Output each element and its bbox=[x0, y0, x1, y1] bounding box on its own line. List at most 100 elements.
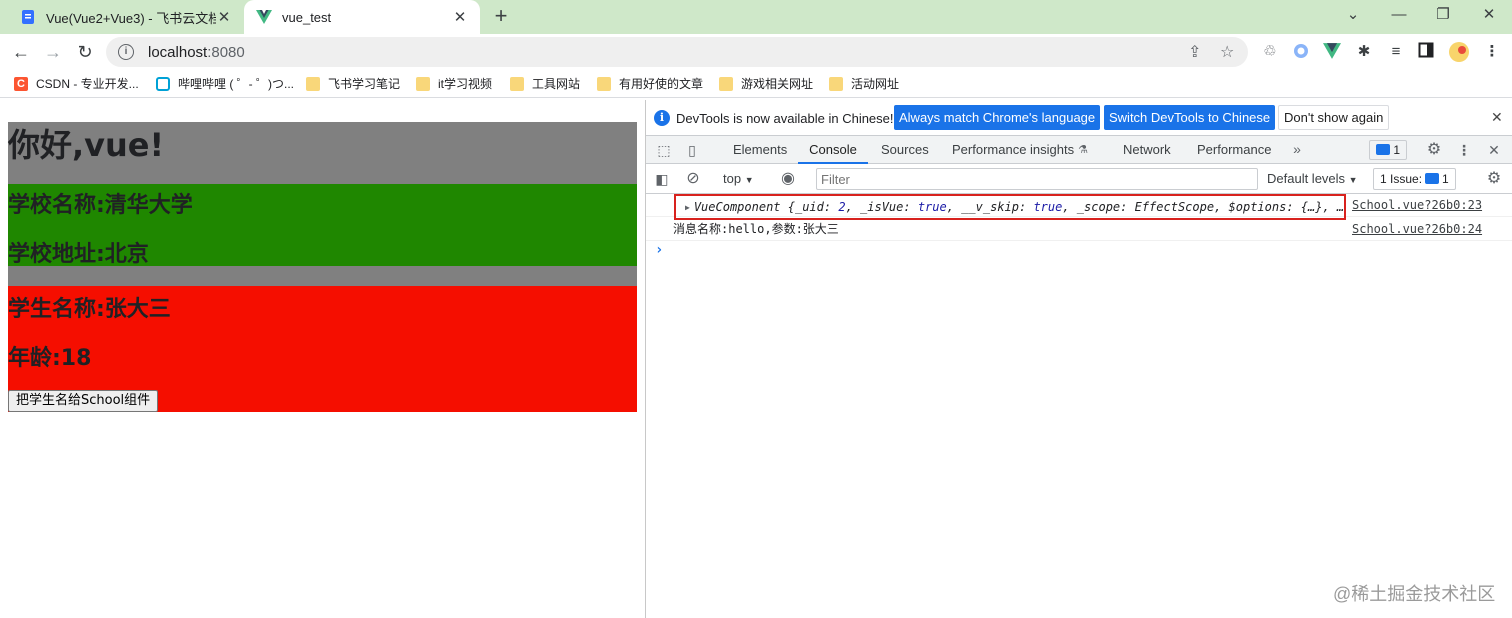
tab-sources[interactable]: Sources bbox=[881, 136, 929, 164]
info-icon: i bbox=[654, 110, 670, 126]
expand-triangle-icon[interactable]: ▶ bbox=[685, 203, 690, 212]
issues-label: 1 Issue: bbox=[1380, 172, 1423, 186]
bookmark-csdn[interactable]: C CSDN - 专业开发... bbox=[14, 75, 139, 92]
log-levels-label: Default levels bbox=[1267, 171, 1346, 186]
console-filter-input[interactable] bbox=[816, 168, 1258, 190]
messages-count: 1 bbox=[1393, 143, 1401, 157]
close-tab-icon[interactable]: ✕ bbox=[216, 8, 232, 26]
object-value: {…} bbox=[1300, 200, 1323, 214]
object-value: 2 bbox=[838, 200, 846, 214]
bookmark-label: 活动网址 bbox=[851, 77, 900, 91]
clear-console-icon[interactable]: ⊘ bbox=[684, 170, 702, 188]
close-infobar-icon[interactable]: ✕ bbox=[1491, 109, 1503, 126]
match-language-button[interactable]: Always match Chrome's language bbox=[894, 105, 1101, 130]
dropdown-arrow-icon: ▼ bbox=[744, 175, 754, 185]
profile-avatar[interactable] bbox=[1449, 42, 1469, 62]
vue-component-object[interactable]: ▶ VueComponent {_uid: 2, _isVue: true, __… bbox=[674, 194, 1346, 220]
console-output: ▶ VueComponent {_uid: 2, _isVue: true, __… bbox=[646, 194, 1512, 618]
tab-search-chevron-icon[interactable]: ⌄ bbox=[1330, 0, 1376, 30]
log-levels-dropdown[interactable]: Default levels ▼ bbox=[1267, 171, 1358, 186]
side-panel-icon[interactable] bbox=[1416, 42, 1436, 62]
devtools-tabbar: ⬚ ▯ Elements Console Sources Performance… bbox=[646, 136, 1512, 164]
issues-counter[interactable]: 1 Issue: 1 bbox=[1373, 168, 1456, 190]
bookmark-folder[interactable]: 有用好使的文章 bbox=[597, 75, 703, 92]
show-sidebar-icon[interactable]: ◧ bbox=[653, 170, 671, 188]
url-port: :8080 bbox=[207, 43, 245, 61]
dropdown-arrow-icon: ▼ bbox=[1348, 175, 1358, 185]
console-message: ▶ VueComponent {_uid: 2, _isVue: true, __… bbox=[646, 194, 1512, 220]
tab-performance-insights[interactable]: Performance insights bbox=[952, 136, 1074, 164]
vue-logo-icon bbox=[256, 10, 272, 24]
minimize-icon[interactable]: — bbox=[1376, 0, 1422, 30]
back-arrow-icon[interactable]: ← bbox=[8, 39, 34, 65]
settings-gear-icon[interactable]: ⚙ bbox=[1425, 141, 1443, 159]
recycle-extension-icon[interactable]: ♲ bbox=[1260, 42, 1280, 62]
bookmark-folder[interactable]: 飞书学习笔记 bbox=[306, 75, 400, 92]
page-viewport: 你好,vue! 学校名称:清华大学 学校地址:北京 学生名称:张大三 年龄:18… bbox=[0, 100, 645, 618]
puzzle-extensions-icon[interactable]: ✱ bbox=[1354, 42, 1374, 62]
forward-arrow-icon[interactable]: → bbox=[40, 39, 66, 65]
circle-extension-icon[interactable] bbox=[1291, 42, 1311, 62]
switch-to-chinese-button[interactable]: Switch DevTools to Chinese bbox=[1104, 105, 1276, 130]
source-link[interactable]: School.vue?26b0:23 bbox=[1352, 194, 1482, 217]
tab-console[interactable]: Console bbox=[798, 136, 868, 164]
bookmark-label: 哔哩哔哩 ( ゜- ゜)つ... bbox=[178, 77, 294, 91]
context-label: top bbox=[723, 171, 742, 186]
reload-icon[interactable]: ↻ bbox=[72, 39, 98, 65]
close-tab-icon[interactable]: ✕ bbox=[452, 8, 468, 26]
language-infobar: i DevTools is now available in Chinese! … bbox=[646, 100, 1512, 136]
object-key: , $options: bbox=[1214, 200, 1301, 214]
share-icon[interactable]: ⇪ bbox=[1188, 42, 1201, 62]
folder-icon bbox=[306, 76, 320, 91]
object-class-name: VueComponent bbox=[693, 200, 781, 214]
issues-count: 1 bbox=[1442, 172, 1449, 186]
watermark: @稀土掘金技术社区 bbox=[1333, 584, 1496, 604]
bookmark-folder[interactable]: it学习视频 bbox=[416, 75, 492, 92]
live-expression-eye-icon[interactable]: ◉ bbox=[779, 170, 797, 188]
tab-strip: Vue(Vue2+Vue3) - 飞书云文档 ✕ vue_test ✕ + ⌄ … bbox=[0, 0, 1512, 34]
vue-devtools-extension-icon[interactable] bbox=[1322, 42, 1342, 62]
student-component: 学生名称:张大三 年龄:18 把学生名给School组件 bbox=[8, 286, 637, 412]
school-component: 学校名称:清华大学 学校地址:北京 bbox=[8, 184, 637, 267]
issue-message-icon bbox=[1425, 173, 1440, 184]
tab-vue-test[interactable]: vue_test ✕ bbox=[244, 0, 480, 34]
messages-badge[interactable]: 1 bbox=[1369, 140, 1408, 160]
media-playlist-icon[interactable]: ≡ bbox=[1386, 42, 1406, 62]
bookmark-label: CSDN - 专业开发... bbox=[36, 77, 139, 91]
console-prompt-icon[interactable]: › bbox=[655, 242, 663, 258]
tab-network[interactable]: Network bbox=[1123, 136, 1171, 164]
bookmark-label: 有用好使的文章 bbox=[619, 77, 704, 91]
bookmark-label: 游戏相关网址 bbox=[741, 77, 814, 91]
context-selector[interactable]: top ▼ bbox=[723, 171, 754, 186]
bookmark-star-icon[interactable]: ☆ bbox=[1220, 42, 1234, 62]
tab-feishu-doc[interactable]: Vue(Vue2+Vue3) - 飞书云文档 ✕ bbox=[8, 0, 244, 34]
object-value: EffectScope bbox=[1134, 200, 1215, 214]
customize-menu-icon[interactable]: ⋮ bbox=[1455, 141, 1473, 159]
new-tab-button[interactable]: + bbox=[488, 4, 514, 30]
address-bar[interactable]: i localhost:8080 ⇪ ☆ bbox=[106, 37, 1248, 67]
console-settings-gear-icon[interactable]: ⚙ bbox=[1485, 170, 1503, 188]
student-age: 年龄:18 bbox=[8, 346, 92, 371]
bookmark-bilibili[interactable]: 哔哩哔哩 ( ゜- ゜)つ... bbox=[156, 75, 294, 92]
bookmark-label: 飞书学习笔记 bbox=[328, 77, 401, 91]
close-window-icon[interactable]: ✕ bbox=[1466, 0, 1512, 30]
more-tabs-icon[interactable]: » bbox=[1288, 140, 1306, 158]
bookmark-folder[interactable]: 活动网址 bbox=[829, 75, 899, 92]
inspect-element-icon[interactable]: ⬚ bbox=[655, 141, 673, 159]
bookmark-folder[interactable]: 游戏相关网址 bbox=[719, 75, 813, 92]
chrome-menu-icon[interactable]: ⋮ bbox=[1482, 42, 1502, 62]
bookmark-folder[interactable]: 工具网站 bbox=[510, 75, 580, 92]
tab-performance[interactable]: Performance bbox=[1197, 136, 1271, 164]
tab-elements[interactable]: Elements bbox=[733, 136, 787, 164]
bookmark-label: 工具网站 bbox=[532, 77, 581, 91]
device-toolbar-icon[interactable]: ▯ bbox=[683, 141, 701, 159]
dont-show-again-button[interactable]: Don't show again bbox=[1278, 105, 1390, 130]
close-devtools-icon[interactable]: ✕ bbox=[1485, 141, 1503, 159]
bookmarks-bar: C CSDN - 专业开发... 哔哩哔哩 ( ゜- ゜)つ... 飞书学习笔记… bbox=[0, 70, 1512, 98]
folder-icon bbox=[510, 76, 524, 91]
site-info-icon[interactable]: i bbox=[118, 44, 134, 60]
app-root: 你好,vue! 学校名称:清华大学 学校地址:北京 学生名称:张大三 年龄:18… bbox=[8, 122, 637, 412]
source-link[interactable]: School.vue?26b0:24 bbox=[1352, 218, 1482, 241]
restore-icon[interactable]: ❐ bbox=[1420, 0, 1466, 30]
send-student-name-button[interactable]: 把学生名给School组件 bbox=[8, 390, 159, 412]
